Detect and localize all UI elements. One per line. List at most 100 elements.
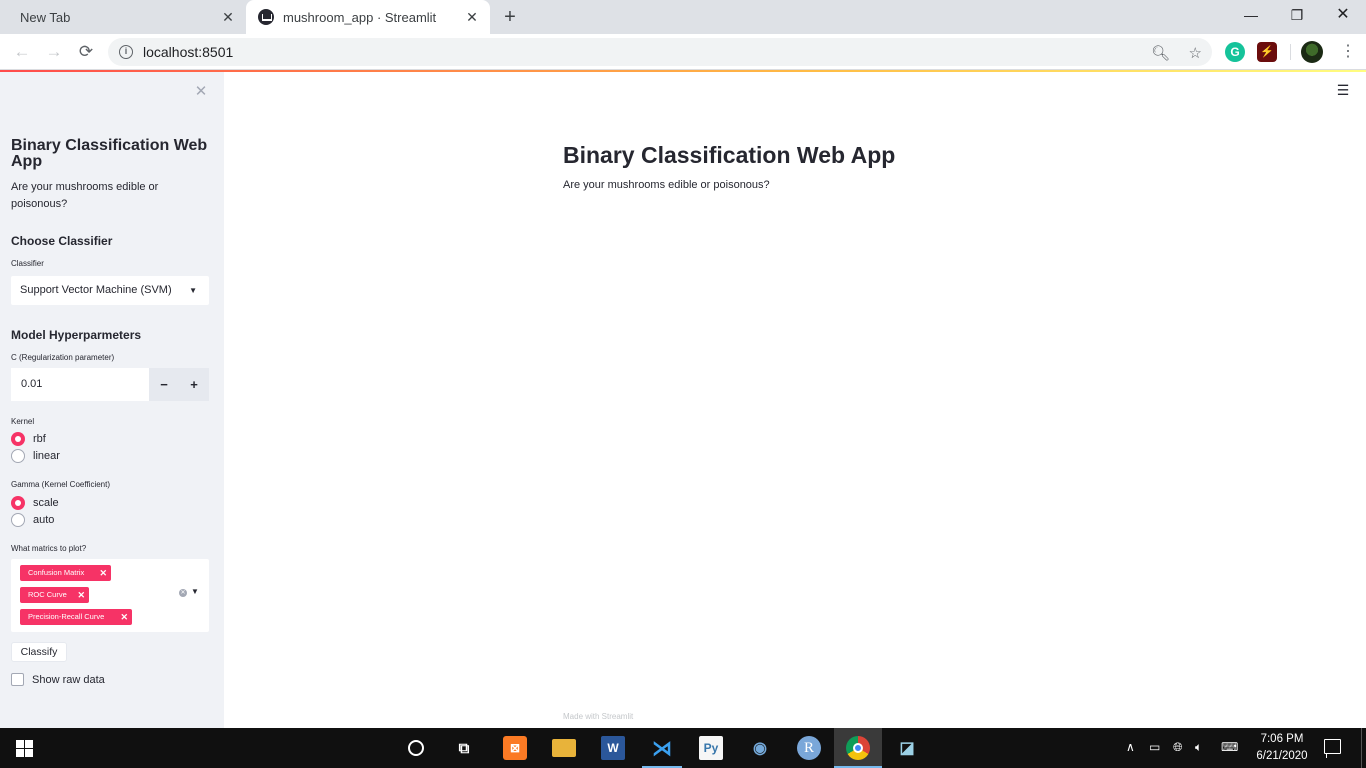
streamlit-app: ✕ Binary Classification Web App Are your… [0, 72, 1366, 728]
site-info-icon[interactable]: i [119, 45, 133, 59]
new-tab-plus-icon[interactable]: + [499, 6, 521, 28]
show-hidden-icons-chevron-icon[interactable]: ∧ [1126, 740, 1135, 754]
classifier-select-value: Support Vector Machine (SVM) [20, 284, 172, 296]
radio-selected-icon [11, 432, 25, 446]
volume-icon[interactable]: 🔈︎ [1195, 740, 1202, 755]
sidebar-description: Are your mushrooms edible or poisonous? [11, 181, 159, 210]
chip-label: Precision-Recall Curve [28, 612, 105, 621]
clock-date: 6/21/2020 [1256, 750, 1308, 762]
sidebar-close-icon[interactable]: ✕ [193, 82, 209, 100]
classifier-select[interactable]: Support Vector Machine (SVM) ▼ [11, 276, 209, 305]
acrobat-extension-icon[interactable]: ⚡ [1257, 42, 1277, 62]
hamburger-menu-icon[interactable]: ☰ [1336, 82, 1350, 99]
browser-toolbar: ← → ⟳ i localhost:8501 🔍︎ ☆ G ⚡ ⋮ [0, 34, 1366, 70]
kernel-option-linear[interactable]: linear [11, 448, 60, 464]
radio-unselected-icon [11, 513, 25, 527]
rstudio-icon[interactable]: ◉ [748, 736, 772, 760]
sidebar-title: Binary Classification Web App [11, 137, 208, 170]
streamlit-favicon-icon [258, 9, 274, 25]
checkbox-label: Show raw data [32, 673, 105, 686]
battery-icon[interactable]: ▭ [1149, 740, 1160, 754]
url-text[interactable]: localhost:8501 [143, 44, 233, 60]
word-icon[interactable]: W [601, 736, 625, 760]
zoom-out-icon[interactable]: 🔍︎ [1151, 44, 1170, 62]
toolbar-divider [1290, 44, 1291, 60]
page-description: Are your mushrooms edible or poisonous? [563, 179, 770, 191]
bookmark-star-icon[interactable]: ☆ [1189, 44, 1202, 62]
decrement-button[interactable]: − [149, 368, 179, 401]
c-param-label: C (Regularization parameter) [11, 353, 115, 362]
radio-label: auto [33, 514, 55, 526]
tab-close-icon[interactable]: ✕ [464, 9, 480, 25]
chip-remove-icon[interactable]: ✕ [120, 609, 128, 625]
gamma-option-auto[interactable]: auto [11, 512, 54, 528]
profile-avatar[interactable] [1301, 41, 1323, 63]
hyperparameters-heading: Model Hyperparmeters [11, 328, 142, 342]
tab-close-icon[interactable]: ✕ [220, 9, 236, 25]
windows-start-icon[interactable] [16, 740, 33, 757]
metric-chip-roc-curve: ROC Curve ✕ [20, 587, 89, 603]
back-arrow-icon[interactable]: ← [11, 41, 33, 63]
classify-button[interactable]: Classify [11, 642, 67, 662]
xampp-icon[interactable]: ⊠ [503, 736, 527, 760]
chevron-down-icon: ▼ [189, 286, 197, 295]
radio-selected-icon [11, 496, 25, 510]
kernel-option-rbf[interactable]: rbf [11, 431, 46, 447]
gamma-option-scale[interactable]: scale [11, 495, 59, 511]
vscode-icon[interactable]: ⋊ [650, 736, 674, 760]
tab-label: New Tab [20, 9, 71, 25]
chip-label: ROC Curve [28, 590, 67, 599]
window-close-button[interactable]: ✕ [1320, 0, 1366, 30]
address-bar[interactable]: i localhost:8501 🔍︎ ☆ [108, 38, 1212, 66]
reload-icon[interactable]: ⟳ [75, 41, 97, 63]
chevron-down-icon[interactable]: ▼ [191, 587, 199, 596]
radio-unselected-icon [11, 449, 25, 463]
windows-taskbar: ⧉ ⊠ W ⋊ Py ◉ R ◪ ∧ ▭ 🌐︎ 🔈︎ ⌨ 7:06 PM 6/2… [0, 728, 1366, 768]
grammarly-extension-icon[interactable]: G [1225, 42, 1245, 62]
keyboard-icon[interactable]: ⌨ [1221, 740, 1238, 754]
window-restore-button[interactable]: ❐ [1274, 0, 1320, 30]
metric-chip-precision-recall: Precision-Recall Curve ✕ [20, 609, 132, 625]
system-clock[interactable]: 7:06 PM 6/21/2020 [1250, 731, 1314, 765]
radio-label: rbf [33, 433, 46, 445]
task-view-icon[interactable]: ⧉ [452, 736, 476, 760]
cortana-icon[interactable] [404, 736, 428, 760]
tab-new-tab[interactable]: New Tab ✕ [8, 0, 246, 34]
kernel-label: Kernel [11, 417, 35, 426]
made-with-streamlit-footer[interactable]: Made with Streamlit [563, 712, 633, 721]
clear-all-icon[interactable]: ✕ [179, 589, 187, 597]
python-file-icon[interactable]: Py [699, 736, 723, 760]
window-minimize-button[interactable]: — [1228, 0, 1274, 30]
browser-tab-bar: New Tab ✕ mushroom_app · Streamlit ✕ + —… [0, 0, 1366, 34]
forward-arrow-icon[interactable]: → [43, 41, 65, 63]
radio-label: scale [33, 497, 59, 509]
chip-remove-icon[interactable]: ✕ [99, 565, 107, 581]
clock-time: 7:06 PM [1260, 733, 1304, 745]
r-icon[interactable]: R [797, 736, 821, 760]
metrics-multiselect[interactable]: Confusion Matrix ✕ ROC Curve ✕ Precision… [11, 559, 209, 632]
chip-remove-icon[interactable]: ✕ [77, 587, 85, 603]
sidebar: ✕ Binary Classification Web App Are your… [0, 72, 224, 728]
network-globe-icon[interactable]: 🌐︎ [1173, 740, 1183, 755]
chip-label: Confusion Matrix [28, 568, 85, 577]
c-value-field[interactable] [11, 368, 149, 401]
choose-classifier-heading: Choose Classifier [11, 234, 113, 248]
page-title: Binary Classification Web App [563, 142, 896, 168]
tab-label: mushroom_app · Streamlit [283, 9, 437, 25]
action-center-icon[interactable] [1324, 739, 1341, 758]
show-desktop-button[interactable] [1361, 728, 1362, 768]
metrics-label: What matrics to plot? [11, 544, 87, 553]
c-number-input: − + [11, 368, 209, 401]
gamma-label: Gamma (Kernel Coefficient) [11, 480, 110, 489]
snipping-tool-icon[interactable]: ◪ [895, 736, 919, 760]
file-explorer-icon[interactable] [552, 739, 576, 757]
classifier-label: Classifier [11, 259, 44, 268]
metric-chip-confusion-matrix: Confusion Matrix ✕ [20, 565, 111, 581]
browser-menu-icon[interactable]: ⋮ [1338, 42, 1358, 62]
radio-label: linear [33, 450, 60, 462]
increment-button[interactable]: + [179, 368, 209, 401]
tab-mushroom-app[interactable]: mushroom_app · Streamlit ✕ [246, 0, 490, 34]
chrome-icon[interactable] [846, 736, 870, 760]
show-raw-data-checkbox[interactable]: Show raw data [11, 673, 105, 686]
checkbox-icon[interactable] [11, 673, 24, 686]
